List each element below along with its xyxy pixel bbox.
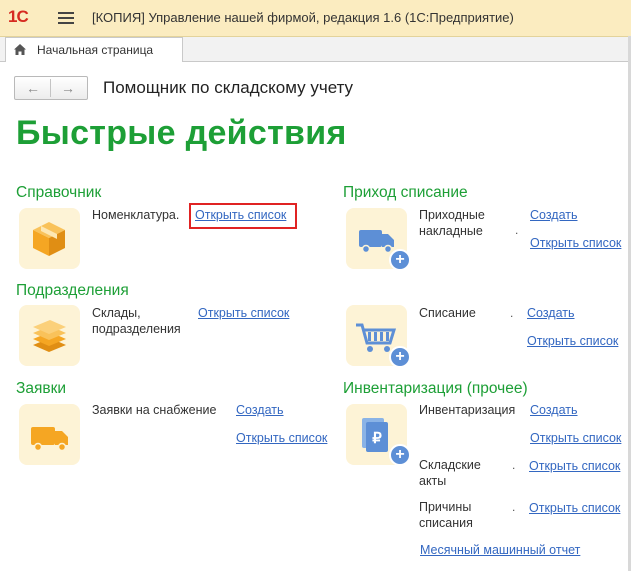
inventory-item3-label: Причины списания: [419, 499, 473, 531]
receipt-item1-label: Приходные накладные: [419, 207, 485, 239]
truck-icon: [19, 404, 80, 465]
writeoff-reasons-open-list-link[interactable]: Открыть список: [529, 501, 620, 515]
tab-home[interactable]: Начальная страница: [5, 37, 183, 62]
app-logo: 1С: [8, 7, 29, 26]
title-bar: 1С [КОПИЯ] Управление нашей фирмой, реда…: [0, 0, 631, 37]
divisions-item-label: Склады, подразделения: [92, 305, 181, 337]
writeoff-open-list-link[interactable]: Открыть список: [527, 334, 618, 348]
separator-dot: .: [512, 500, 516, 514]
form-title: Помощник по складскому учету: [103, 78, 354, 97]
divisions-item-line1: Склады,: [92, 306, 141, 320]
requests-item-label: Заявки на снабжение: [92, 403, 217, 417]
separator-dot: .: [515, 223, 519, 237]
plus-icon: +: [389, 249, 411, 271]
inventory-item3-line2: списания: [419, 516, 473, 530]
catalog-item-label: Номенклатура.: [92, 208, 180, 222]
section-title-catalog: Справочник: [16, 184, 102, 201]
box-icon: [19, 208, 80, 269]
section-title-requests: Заявки: [16, 380, 67, 397]
inventory-item2-line1: Складские: [419, 458, 481, 472]
writeoff-create-link[interactable]: Создать: [527, 306, 575, 320]
section-title-receipt: Приход списание: [343, 184, 468, 201]
section-title-divisions: Подразделения: [16, 282, 129, 299]
tab-label: Начальная страница: [37, 43, 154, 57]
requests-open-list-link[interactable]: Открыть список: [236, 431, 327, 445]
inventory-item3-line1: Причины: [419, 500, 472, 514]
highlight-box: [189, 203, 297, 229]
home-icon: [14, 44, 26, 55]
tab-bar: Начальная страница: [0, 37, 631, 62]
monthly-report-link[interactable]: Месячный машинный отчет: [420, 543, 580, 557]
inventory-create-link[interactable]: Создать: [530, 403, 578, 417]
separator-dot: .: [510, 306, 514, 320]
receipt-create-link[interactable]: Создать: [530, 208, 578, 222]
inventory-open-list-link[interactable]: Открыть список: [530, 431, 621, 445]
inventory-item1-label: Инвентаризация: [419, 403, 516, 417]
receipt-item2-label: Списание: [419, 306, 476, 320]
receipt-item1-line1: Приходные: [419, 208, 485, 222]
stack-icon: [19, 305, 80, 366]
inventory-item2-label: Складские акты: [419, 457, 481, 489]
back-button[interactable]: ←: [19, 80, 47, 96]
forward-button[interactable]: →: [54, 80, 82, 96]
warehouse-acts-open-list-link[interactable]: Открыть список: [529, 459, 620, 473]
receipt-item1-line2: накладные: [419, 224, 483, 238]
svg-text:₽: ₽: [372, 430, 382, 447]
inventory-item2-line2: акты: [419, 474, 447, 488]
nav-buttons: ← →: [14, 76, 88, 100]
receipt-open-list-link[interactable]: Открыть список: [530, 236, 621, 250]
section-title-inventory: Инвентаризация (прочее): [343, 380, 528, 397]
requests-create-link[interactable]: Создать: [236, 403, 284, 417]
divisions-item-line2: подразделения: [92, 322, 181, 336]
main-menu-icon[interactable]: [58, 12, 74, 24]
plus-icon: +: [389, 346, 411, 368]
page-heading: Быстрые действия: [16, 114, 347, 152]
separator-dot: .: [512, 458, 516, 472]
window-title: [КОПИЯ] Управление нашей фирмой, редакци…: [92, 10, 514, 25]
plus-icon: +: [389, 444, 411, 466]
divisions-open-list-link[interactable]: Открыть список: [198, 306, 289, 320]
